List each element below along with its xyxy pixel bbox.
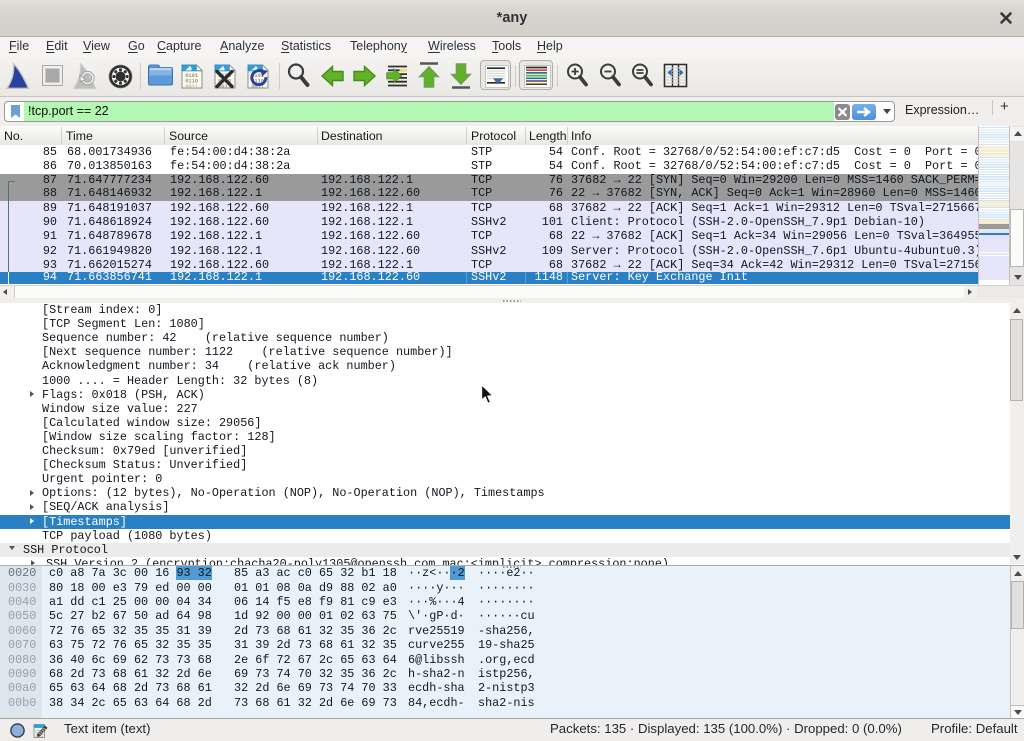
- svg-text:0011: 0011: [185, 84, 198, 89]
